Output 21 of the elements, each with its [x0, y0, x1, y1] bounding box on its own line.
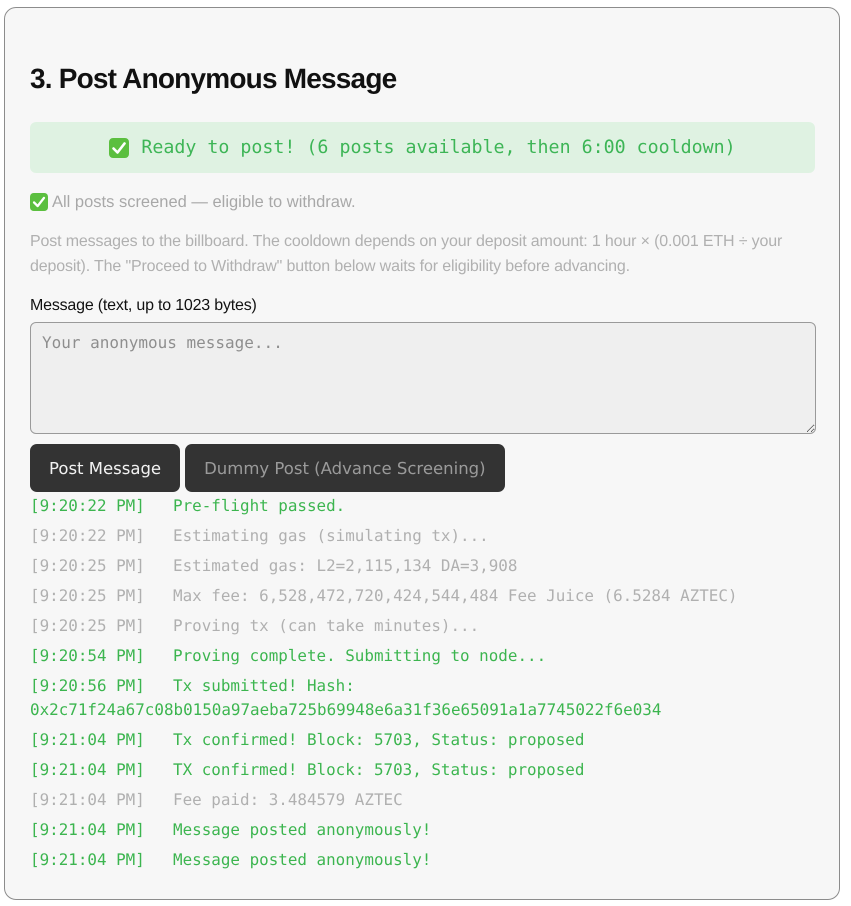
description-text: Post messages to the billboard. The cooldown depends on your deposit amount: 1 hour × (0.001 ETH ÷ your deposit). The "Proceed to Withdraw" button below waits for eligibility before advancing. — [30, 232, 784, 277]
check-icon — [109, 138, 130, 158]
field-label: Message (text, up to 1023 bytes) — [30, 296, 257, 316]
log-entry: [9:21:04 PM] Message posted anonymously! — [30, 849, 432, 871]
log-entry: [9:21:04 PM] Message posted anonymously! — [30, 819, 432, 841]
log-entry: [9:20:22 PM] Pre-flight passed. — [30, 495, 346, 517]
log-entry: [9:20:56 PM] Tx submitted! Hash: 0x2c71f24a67c08b0150a97aeba725b69948e6a31f36e65091a1a7745022f6e034 — [30, 675, 662, 721]
message-field[interactable]: Your anonymous message... — [30, 322, 816, 434]
screening-note: All posts screened — eligible to withdraw. — [52, 192, 356, 212]
log-entry: [9:20:25 PM] Proving tx (can take minutes)... — [30, 615, 480, 637]
status-text: Ready to post! (6 posts available, then 6:00 cooldown) — [141, 137, 736, 158]
log-entry: [9:21:04 PM] TX confirmed! Block: 5703, Status: proposed — [30, 759, 586, 781]
log-entry: [9:20:22 PM] Estimating gas (simulating tx)... — [30, 525, 490, 547]
log-entry: [9:21:04 PM] Fee paid: 3.484579 AZTEC — [30, 789, 404, 811]
log-entry: [9:21:04 PM] Tx confirmed! Block: 5703, Status: proposed — [30, 729, 586, 751]
log-entry: [9:20:25 PM] Max fee: 6,528,472,720,424,544,484 Fee Juice (6.5284 AZTEC) — [30, 585, 738, 607]
section-title: 3. Post Anonymous Message — [30, 62, 396, 96]
check-icon — [30, 193, 48, 211]
post-message-button[interactable]: Post Message — [30, 444, 180, 492]
log-entry: [9:20:54 PM] Proving complete. Submitting to node... — [30, 645, 548, 667]
log-entry: [9:20:25 PM] Estimated gas: L2=2,115,134 DA=3,908 — [30, 555, 518, 577]
